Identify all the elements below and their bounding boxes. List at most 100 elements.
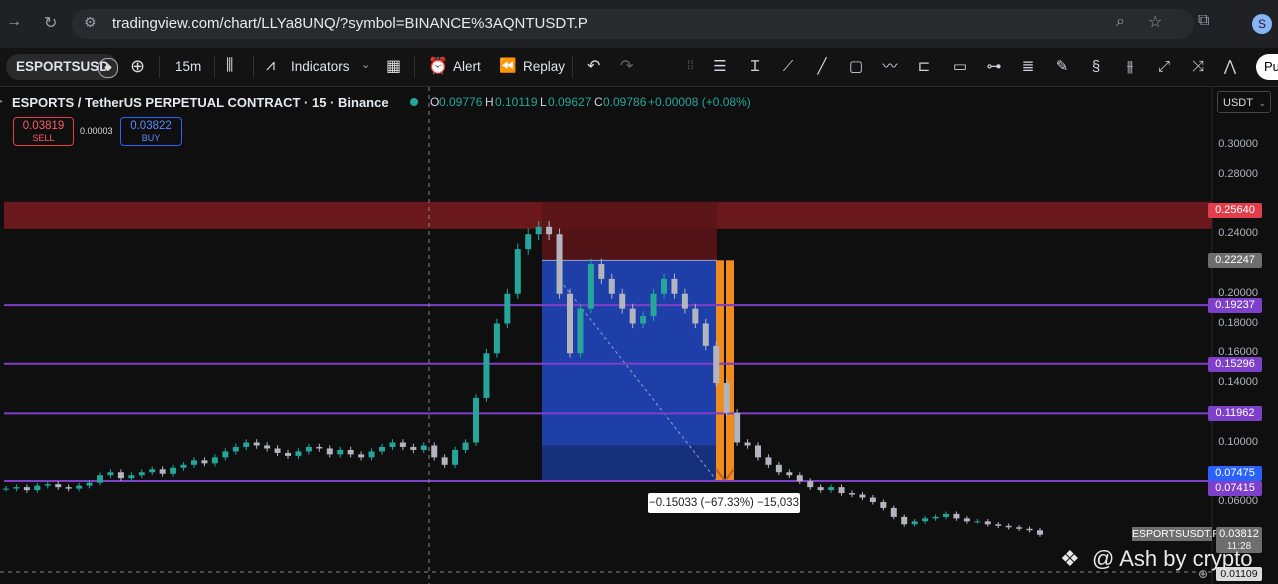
sell-button[interactable]: 0.03819 SELL — [13, 117, 74, 146]
price-axis-tick: 0.18000 — [1218, 316, 1258, 329]
candle-style-icon[interactable]: ⫼ — [226, 57, 233, 75]
price-axis-tag: 0.07415 — [1208, 480, 1262, 496]
cross-tool-icon[interactable]: ⤨ — [1186, 56, 1210, 78]
currency-select[interactable]: USDT ⌄ — [1217, 91, 1271, 113]
sell-label: SELL — [32, 133, 55, 143]
price-axis-tick: 0.06000 — [1218, 495, 1258, 507]
open-label: O — [430, 95, 440, 109]
candle-body-68 — [713, 345, 720, 383]
interval-button[interactable]: 15m — [175, 59, 201, 74]
candle-body-33 — [347, 449, 354, 455]
price-axis-tick: 0.24000 — [1218, 227, 1258, 240]
extensions-icon[interactable]: ⧉ — [1198, 12, 1209, 30]
text-tool-icon[interactable]: Ɪ — [743, 56, 767, 78]
redo-icon[interactable]: ↷ — [620, 56, 633, 76]
candle-body-21 — [222, 451, 229, 458]
candle-body-47 — [493, 323, 500, 354]
horizontal-line-icon[interactable]: ⊶ — [982, 56, 1006, 78]
reload-icon[interactable]: ↻ — [44, 13, 57, 33]
undo-icon[interactable]: ↶ — [587, 56, 600, 76]
candle-body-35 — [368, 451, 375, 458]
open-value: 0.09776 — [439, 95, 483, 109]
brush-tool-icon[interactable]: ✎ — [1050, 56, 1074, 78]
candle-body-27 — [285, 452, 291, 456]
buy-button[interactable]: 0.03822 BUY — [120, 117, 182, 146]
legend-collapse-icon[interactable]: ▸ — [0, 96, 8, 107]
candle-body-58 — [608, 278, 615, 294]
candle-body-91 — [953, 513, 960, 519]
candle-body-13 — [138, 472, 145, 476]
publish-button[interactable]: Pu — [1256, 54, 1278, 80]
trend-line-icon[interactable]: ╱ — [810, 56, 834, 78]
curve-tool-icon[interactable]: § — [1084, 56, 1108, 78]
candle-body-26 — [274, 448, 281, 453]
toolbar-divider — [253, 56, 254, 78]
candle-body-74 — [775, 464, 782, 473]
candle-body-1 — [13, 487, 20, 489]
price-axis-tag: 0.25640 — [1208, 202, 1262, 218]
rectangle-tool-icon[interactable]: ▢ — [844, 56, 868, 78]
alert-clock-icon[interactable]: ⏰ — [428, 56, 448, 76]
toolbar-divider — [414, 56, 415, 78]
zoom-icon[interactable]: ⌕ — [1116, 13, 1125, 31]
fib-retracement-icon[interactable]: ☰ — [708, 56, 732, 78]
candle-body-60 — [629, 308, 636, 324]
replay-icon[interactable]: ⏪ — [499, 57, 516, 74]
drag-handle-icon[interactable]: ⁞⁞ — [687, 58, 694, 72]
url-text[interactable]: tradingview.com/chart/LLYa8UNQ/?symbol=B… — [112, 15, 588, 32]
candle-body-89 — [932, 516, 939, 519]
price-axis-tag: 0.07475 — [1208, 466, 1262, 482]
indicators-icon[interactable]: ⩘ — [266, 57, 275, 75]
candle-body-0 — [3, 488, 9, 490]
candle-body-90 — [943, 513, 949, 517]
symbol-label[interactable]: ESPORTSUSD — [16, 59, 109, 74]
pitchfork-icon[interactable]: ⫵ — [1118, 56, 1142, 78]
candle-body-51 — [535, 226, 542, 235]
candle-body-65 — [681, 293, 688, 309]
callout-tool-icon[interactable]: ▭ — [948, 56, 972, 78]
alert-button[interactable]: Alert — [453, 59, 481, 74]
bookmark-star-icon[interactable]: ☆ — [1148, 12, 1162, 32]
candle-body-77 — [807, 481, 814, 488]
site-settings-icon[interactable]: ⚙ — [84, 14, 97, 31]
compare-symbol-plus-icon[interactable]: ⊕ — [130, 56, 145, 77]
candle-body-84 — [880, 502, 887, 508]
candle-body-6 — [65, 487, 72, 489]
price-axis-tick: 0.30000 — [1218, 138, 1258, 150]
candle-body-7 — [76, 485, 83, 489]
candle-body-40 — [420, 445, 427, 450]
forward-arrow-icon[interactable]: → — [6, 13, 22, 31]
candle-body-63 — [661, 278, 667, 294]
candle-body-41 — [431, 445, 438, 458]
price-chart[interactable] — [0, 87, 1278, 584]
symbol-last-label: ESPORTSUSDT.P — [1132, 527, 1220, 541]
elliott-wave-icon[interactable]: ⋀ — [1218, 56, 1242, 78]
candle-body-55 — [577, 308, 584, 354]
indicators-button[interactable]: Indicators — [291, 59, 350, 74]
replay-button[interactable]: Replay — [523, 59, 565, 74]
close-label: C — [594, 95, 603, 109]
candle-body-75 — [786, 472, 793, 476]
change-value: +0.00008 (+0.08%) — [648, 95, 751, 109]
ruler-tool-icon[interactable]: ⊏ — [912, 56, 936, 78]
profile-avatar[interactable]: S — [1252, 14, 1272, 34]
candle-body-88 — [922, 518, 929, 522]
path-tool-icon[interactable]: 〰 — [878, 56, 902, 78]
candle-body-32 — [337, 449, 344, 455]
price-axis-tag: 0.19237 — [1208, 298, 1262, 314]
candle-body-4 — [44, 484, 51, 486]
indicators-chevron-icon[interactable]: ⌄ — [361, 58, 370, 71]
projection-tool-icon[interactable]: ⤢ — [1152, 56, 1176, 78]
low-value: 0.09627 — [548, 95, 592, 109]
ray-tool-icon[interactable]: ⟋ — [776, 56, 800, 78]
candle-body-45 — [473, 397, 479, 443]
candle-body-59 — [619, 293, 626, 309]
low-label: L — [540, 95, 547, 109]
last-price-value: 0.03812 — [1219, 528, 1259, 540]
candle-body-10 — [107, 472, 114, 476]
price-range-icon[interactable]: ≣ — [1016, 56, 1040, 78]
layout-grid-icon[interactable]: ▦ — [386, 56, 401, 76]
symbol-info-icon[interactable]: ◆ — [98, 58, 118, 78]
candle-body-36 — [379, 446, 385, 452]
close-value: 0.09786 — [603, 95, 647, 109]
